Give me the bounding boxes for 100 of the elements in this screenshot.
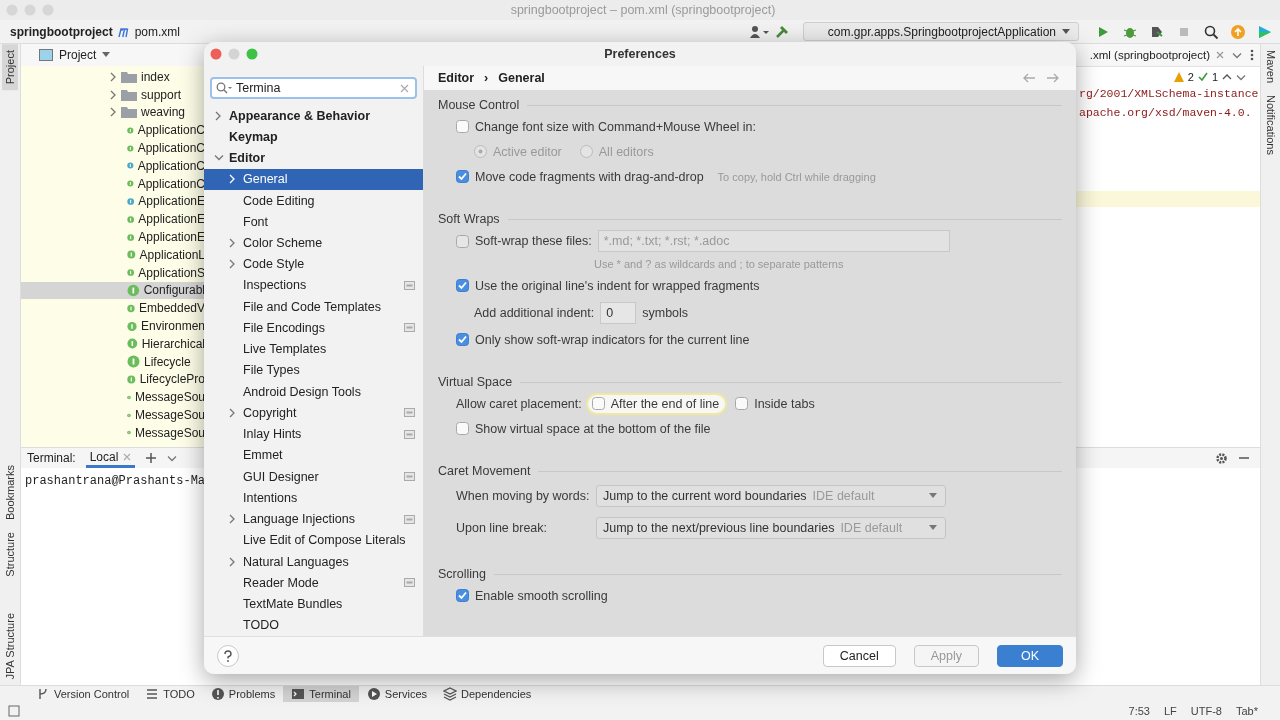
tree-item[interactable]: MessageSou [21, 388, 205, 407]
checkbox[interactable] [735, 397, 749, 410]
breadcrumb-item[interactable]: pom.xml [134, 24, 180, 39]
ok-button[interactable]: OK [997, 644, 1063, 667]
dialog-button[interactable]: Cancel [822, 644, 896, 667]
chevron-down-icon[interactable] [1232, 51, 1242, 59]
breadcrumb-item[interactable]: Editor [438, 71, 475, 85]
settings-tree-item[interactable]: Editor [204, 147, 423, 169]
settings-tree-item[interactable]: Inspections [204, 274, 423, 297]
settings-tree-item[interactable]: Keymap [204, 126, 423, 148]
settings-tree-item[interactable]: Natural Languages [204, 550, 423, 573]
tool-window-tab[interactable]: Terminal [283, 686, 359, 702]
tool-window-tab[interactable]: Project [2, 44, 18, 91]
settings-tree-item[interactable]: Font [204, 211, 423, 233]
settings-tree-item[interactable]: File Types [204, 359, 423, 382]
settings-tree-item[interactable]: Appearance & Behavior [204, 105, 423, 127]
checkbox[interactable] [456, 422, 469, 435]
settings-tree-item[interactable]: Code Style [204, 253, 423, 275]
close-icon[interactable] [123, 452, 132, 461]
tool-window-tab[interactable]: JPA Structure [2, 606, 18, 685]
tree-item[interactable]: ApplicationS [21, 263, 205, 282]
checkbox-label[interactable]: Enable smooth scrolling [475, 588, 608, 603]
plus-icon[interactable] [145, 452, 158, 464]
tree-item[interactable]: LifecyclePro [21, 370, 205, 389]
status-item[interactable]: Tab* [1235, 705, 1258, 717]
tree-item[interactable]: ApplicationE [21, 210, 205, 229]
tree-item[interactable]: index [21, 68, 205, 86]
settings-tree-item[interactable]: File Encodings [204, 317, 423, 339]
settings-tree-item[interactable]: TextMate Bundles [204, 593, 423, 615]
settings-tree-item[interactable]: Android Design Tools [204, 381, 423, 403]
help-button[interactable] [217, 644, 239, 667]
tree-item[interactable]: ApplicationE [21, 228, 205, 246]
checkbox-label[interactable]: Use the original line's indent for wrapped fragments [475, 278, 760, 293]
checkbox[interactable] [456, 333, 469, 346]
checkbox[interactable] [456, 170, 469, 183]
tool-window-tab[interactable]: TODO [137, 686, 203, 702]
chevron-down-icon[interactable] [167, 454, 178, 462]
tool-window-tab[interactable]: Services [358, 686, 436, 702]
clear-icon[interactable] [400, 83, 409, 93]
tree-item[interactable]: ApplicationC [21, 157, 205, 175]
tree-item[interactable]: MessageSou [21, 406, 205, 424]
tool-window-tab[interactable]: Notifications [1262, 89, 1279, 161]
tool-window-tab[interactable]: Maven [1262, 44, 1279, 90]
settings-tree-item[interactable]: Copyright [204, 402, 423, 424]
checkbox-label[interactable]: Move code fragments with drag-and-drop [475, 169, 704, 184]
dropdown[interactable]: Jump to the current word boundaries IDE default [596, 485, 946, 507]
checkbox-label[interactable]: Only show soft-wrap indicators for the current line [475, 332, 750, 347]
more-icon[interactable] [1250, 49, 1254, 61]
settings-tree-item[interactable]: TODO [204, 614, 423, 636]
tool-window-tab[interactable]: Dependencies [435, 686, 540, 702]
tree-item[interactable]: support [21, 85, 205, 104]
settings-tree-item[interactable]: Inlay Hints [204, 423, 423, 445]
tree-item[interactable]: ApplicationC [21, 174, 205, 193]
panel-toggle-icon[interactable] [8, 705, 20, 717]
status-item[interactable]: UTF-8 [1190, 705, 1222, 717]
checkbox-label[interactable]: Show virtual space at the bottom of the file [475, 421, 711, 436]
settings-tree-item[interactable]: Live Templates [204, 338, 423, 360]
checkbox-label[interactable]: Change font size with Command+Mouse Wheel in: [475, 119, 757, 134]
run-configuration-dropdown[interactable]: com.gpr.apps.SpringbootprojectApplication [802, 22, 1079, 41]
tree-item[interactable]: Configurabl [21, 281, 205, 300]
user-icon[interactable] [748, 24, 769, 39]
breadcrumb-item[interactable]: springbootproject [10, 24, 113, 39]
caret-icon[interactable] [102, 52, 111, 58]
tree-item[interactable]: weaving [21, 103, 205, 122]
indent-field[interactable]: 0 [600, 301, 637, 324]
tool-window-tab[interactable]: Structure [2, 525, 18, 583]
checkbox[interactable] [456, 589, 469, 602]
checkbox[interactable] [456, 279, 469, 292]
tree-item[interactable]: ApplicationC [21, 121, 205, 140]
tool-window-tab[interactable]: Bookmarks [2, 458, 18, 526]
tree-item[interactable]: Environmen [21, 317, 205, 335]
update-icon[interactable] [1230, 23, 1246, 40]
status-item[interactable]: LF [1163, 705, 1177, 717]
settings-tree-item[interactable]: Color Scheme [204, 232, 423, 254]
tree-item[interactable]: ApplicationL [21, 245, 205, 264]
tree-item[interactable]: ApplicationC [21, 139, 205, 157]
chevron-up-icon[interactable] [1222, 73, 1232, 81]
search-icon[interactable] [1203, 23, 1219, 40]
back-arrow-icon[interactable] [1022, 73, 1036, 83]
window-control-icon[interactable] [210, 48, 222, 60]
session-tab[interactable]: Local [85, 448, 136, 468]
close-icon[interactable] [1216, 51, 1224, 59]
tool-window-tab[interactable]: Version Control [28, 686, 138, 702]
window-control-icon[interactable] [246, 48, 258, 60]
breadcrumb-item[interactable]: General [498, 71, 545, 85]
settings-tree-item[interactable]: Code Editing [204, 189, 423, 212]
search-field[interactable]: Termina [210, 77, 417, 99]
settings-tree-item[interactable]: GUI Designer [204, 466, 423, 488]
tree-item[interactable]: ApplicationE [21, 192, 205, 211]
settings-tree-item[interactable]: Emmet [204, 444, 423, 466]
dropdown[interactable]: Jump to the next/previous line boundaries IDE default [596, 517, 946, 539]
tree-item[interactable]: Hierarchical [21, 334, 205, 353]
checkbox-label[interactable]: Inside tabs [754, 396, 815, 411]
settings-tree-item[interactable]: Reader Mode [204, 572, 423, 594]
checkbox[interactable] [456, 120, 469, 133]
settings-icon[interactable] [1215, 451, 1228, 465]
status-item[interactable]: 7:53 [1128, 705, 1150, 717]
settings-tree-item[interactable]: Intentions [204, 487, 423, 509]
settings-tree-item[interactable]: Language Injections [204, 508, 423, 530]
tree-item[interactable]: Lifecycle [21, 352, 205, 371]
